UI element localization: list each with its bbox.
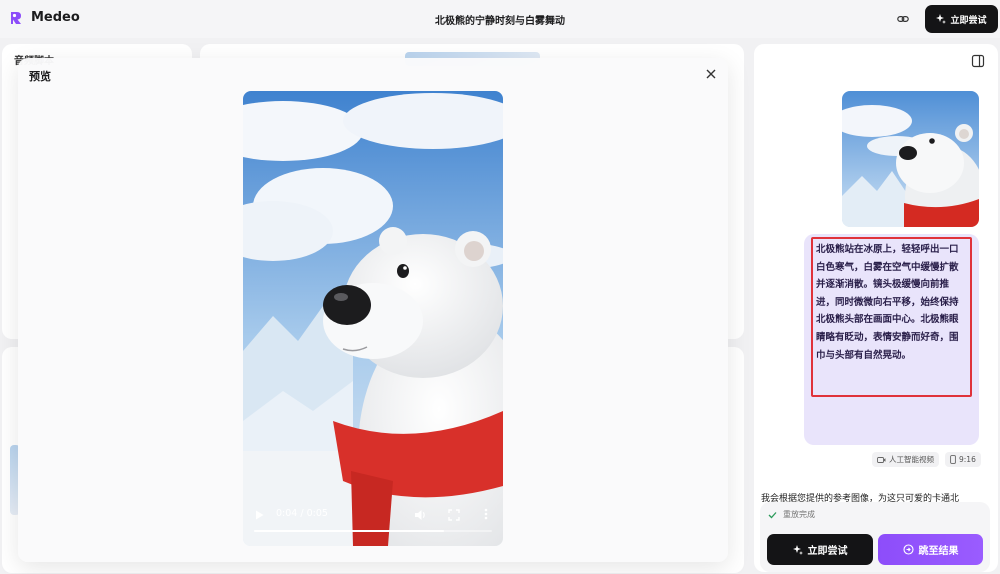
video-progress-track[interactable]	[254, 530, 492, 532]
preview-title: 预览	[29, 70, 51, 83]
more-icon[interactable]	[481, 507, 491, 521]
link-icon	[897, 15, 909, 23]
close-icon[interactable]	[705, 68, 717, 80]
prompt-text: 北极熊站在冰原上，轻轻呼出一口 白色寒气，白雾在空气中缓慢扩散 并逐渐消散。镜头…	[816, 241, 968, 364]
try-now-label: 立即尝试	[950, 15, 987, 26]
prompt-line: 北极熊站在冰原上，轻轻呼出一口	[816, 244, 959, 255]
aspect-ratio-chip: 9:16	[945, 452, 981, 467]
play-icon[interactable]	[253, 509, 265, 521]
video-time: 0:04 / 0:05	[276, 508, 328, 519]
jump-to-result-button[interactable]: 跳至结果	[878, 534, 983, 565]
copy-link-button[interactable]	[893, 9, 913, 29]
panel-toggle-icon[interactable]	[971, 54, 985, 68]
media-type-label: 人工智能视频	[889, 455, 934, 464]
aspect-ratio-label: 9:16	[959, 455, 976, 464]
prompt-line: 并逐渐消散。镜头极缓慢向前推	[816, 279, 950, 291]
project-title: 北极熊的宁静时刻与白雾舞动	[435, 16, 565, 27]
prompt-line: 白色寒气，白雾在空气中缓慢扩散	[816, 261, 959, 273]
sparkle-icon	[792, 544, 803, 555]
reference-image[interactable]	[842, 91, 979, 227]
check-icon	[768, 511, 777, 518]
replay-status-label: 重放完成	[783, 510, 815, 519]
try-now-bottom-button[interactable]: 立即尝试	[767, 534, 873, 565]
prompt-line: 巾与头部有自然晃动。	[816, 349, 912, 361]
jump-icon	[902, 544, 914, 555]
video-controls: 0:04 / 0:05	[243, 500, 503, 546]
jump-to-result-label: 跳至结果	[918, 546, 959, 557]
sparkle-icon	[936, 14, 947, 24]
top-bar: Medeo 北极熊的宁静时刻与白雾舞动 立即尝试	[0, 0, 1000, 38]
prompt-line: 睛略有眨动，表情安静而好奇，围	[816, 331, 959, 343]
video-player[interactable]	[243, 91, 503, 546]
phone-icon	[950, 455, 956, 464]
media-type-chip: 人工智能视频	[872, 452, 939, 467]
volume-icon[interactable]	[413, 508, 427, 522]
video-icon	[877, 456, 886, 463]
replay-status: 重放完成	[768, 509, 815, 520]
try-now-button[interactable]: 立即尝试	[925, 5, 998, 33]
video-progress-fill	[254, 530, 445, 532]
prompt-meta: 人工智能视频 9:16	[872, 452, 981, 467]
prompt-line: 北极熊头部在画面中心。北极熊眼	[816, 314, 959, 326]
prompt-line: 进，同时微微向右平移，始终保持	[816, 296, 959, 308]
fullscreen-icon[interactable]	[447, 508, 461, 522]
try-now-bottom-label: 立即尝试	[807, 546, 848, 557]
